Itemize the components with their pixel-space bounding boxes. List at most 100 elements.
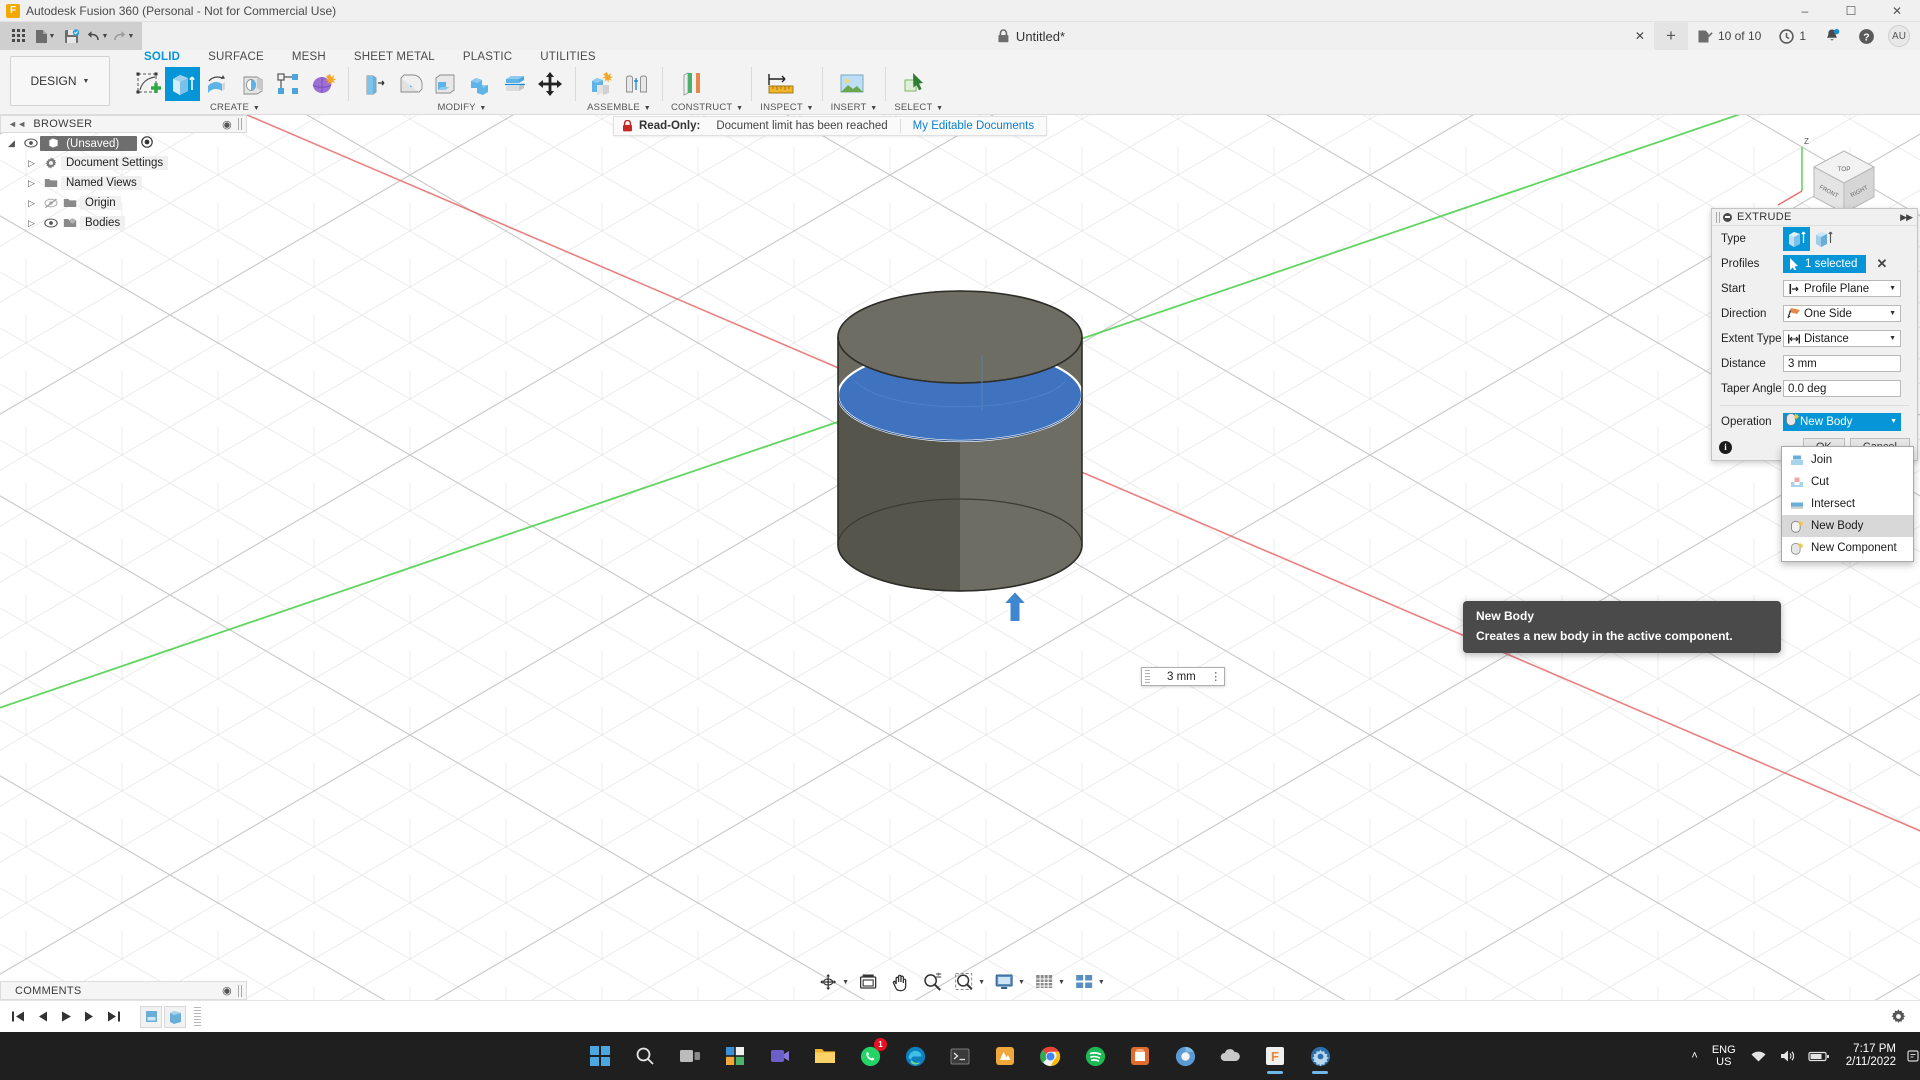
tree-row[interactable]: ▷ Document Settings (0, 153, 247, 173)
new-component-icon[interactable] (584, 67, 619, 101)
collapse-left-icon[interactable]: ◄◄ (8, 119, 26, 129)
widgets-button[interactable] (715, 1036, 755, 1076)
expand-arrow-icon[interactable]: ◢ (8, 138, 21, 149)
tab-mesh[interactable]: MESH (278, 50, 340, 64)
browser-resize-grip[interactable] (238, 118, 243, 130)
chevron-down-icon[interactable]: ▼ (1098, 979, 1105, 986)
zoom-window-icon[interactable] (951, 969, 977, 995)
spotify-button[interactable] (1075, 1036, 1115, 1076)
chevron-down-icon[interactable]: ▼ (842, 979, 849, 986)
minimize-button[interactable]: – (1782, 0, 1828, 22)
tab-surface[interactable]: SURFACE (194, 50, 278, 64)
dimension-value[interactable]: 3 mm (1153, 671, 1210, 683)
search-button[interactable] (625, 1036, 665, 1076)
extent-type-select[interactable]: Distance ▼ (1783, 330, 1901, 347)
type-taper-button[interactable] (1810, 227, 1837, 251)
insert-image-icon[interactable] (831, 67, 873, 101)
menu-item-join[interactable]: Join (1782, 449, 1913, 471)
fusion-button[interactable]: F (1255, 1036, 1295, 1076)
taper-angle-input[interactable]: 0.0 deg (1783, 380, 1901, 397)
app-button[interactable] (985, 1036, 1025, 1076)
expand-arrow-icon[interactable]: ▷ (28, 158, 41, 169)
panel-insert-label[interactable]: INSERT ▼ (831, 102, 878, 113)
wifi-icon[interactable] (1744, 1032, 1773, 1080)
menu-item-cut[interactable]: Cut (1782, 471, 1913, 493)
menu-item-new-component[interactable]: New Component (1782, 537, 1913, 559)
panel-create-label[interactable]: CREATE ▼ (130, 102, 340, 113)
tab-close-button[interactable]: ✕ (1626, 22, 1654, 50)
extrude-dialog-header[interactable]: EXTRUDE ▶▶ (1712, 209, 1917, 226)
tree-row[interactable]: ▷ Origin (0, 193, 247, 213)
avatar[interactable]: AU (1888, 25, 1910, 47)
teams-button[interactable] (760, 1036, 800, 1076)
terminal-button[interactable] (940, 1036, 980, 1076)
skip-first-icon[interactable] (8, 1006, 28, 1028)
language-indicator[interactable]: ENG US (1704, 1044, 1744, 1068)
sketch-feature-icon[interactable] (140, 1006, 162, 1028)
document-tab[interactable]: Untitled* (997, 29, 1065, 44)
start-button[interactable] (580, 1036, 620, 1076)
minimize-icon[interactable] (1723, 213, 1732, 222)
cloud-button[interactable] (1210, 1036, 1250, 1076)
look-at-icon[interactable] (855, 969, 881, 995)
play-icon[interactable] (56, 1006, 76, 1028)
visibility-hidden-icon[interactable] (41, 198, 60, 209)
chevron-down-icon[interactable]: ▼ (1890, 418, 1897, 425)
create-form-icon[interactable] (305, 67, 340, 101)
skip-last-icon[interactable] (104, 1006, 124, 1028)
pattern-icon[interactable] (270, 67, 305, 101)
dialog-drag-grip[interactable] (1716, 212, 1720, 223)
step-forward-icon[interactable] (80, 1006, 100, 1028)
zoom-icon[interactable]: ± (919, 969, 945, 995)
maximize-button[interactable]: ☐ (1828, 0, 1874, 22)
tree-row[interactable]: ▷ Bodies (0, 213, 247, 233)
drag-grip-icon[interactable] (1145, 670, 1150, 683)
display-settings-icon[interactable] (991, 969, 1017, 995)
close-button[interactable]: ✕ (1874, 0, 1920, 22)
edge-button[interactable] (895, 1036, 935, 1076)
timeline-resize-grip[interactable] (194, 1007, 201, 1027)
dimension-input-box[interactable]: 3 mm ⋮ (1141, 667, 1225, 686)
task-view-button[interactable] (670, 1036, 710, 1076)
chevron-down-icon[interactable]: ▼ (1889, 335, 1896, 342)
combine-icon[interactable] (462, 67, 497, 101)
operation-select[interactable]: New Body ▼ (1783, 413, 1901, 431)
type-profile-button[interactable] (1783, 227, 1810, 251)
chevron-down-icon[interactable]: ▼ (1889, 310, 1896, 317)
tree-row[interactable]: ▷ Named Views (0, 173, 247, 193)
chromium-button[interactable] (1165, 1036, 1205, 1076)
new-file-icon[interactable]: ▼ (32, 24, 58, 48)
speaker-icon[interactable] (1773, 1032, 1802, 1080)
grid-menu-icon[interactable] (6, 24, 32, 48)
chevron-down-icon[interactable]: ▼ (978, 979, 985, 986)
help-button[interactable]: ? (1849, 22, 1884, 50)
extrude-icon[interactable] (165, 67, 200, 101)
redo-icon[interactable]: ▼ (110, 24, 136, 48)
panel-construct-label[interactable]: CONSTRUCT ▼ (671, 102, 743, 113)
browser-menu-icon[interactable]: ◉ (222, 118, 232, 131)
visibility-eye-icon[interactable] (41, 218, 60, 228)
chevron-down-icon[interactable]: ▼ (1018, 979, 1025, 986)
settings-button[interactable] (1300, 1036, 1340, 1076)
sweep-icon[interactable] (235, 67, 270, 101)
extrude-feature-icon[interactable] (164, 1006, 186, 1028)
file-explorer-button[interactable] (805, 1036, 845, 1076)
undo-icon[interactable]: ▼ (84, 24, 110, 48)
visibility-eye-icon[interactable] (21, 138, 40, 148)
tree-item-label[interactable]: Bodies (80, 216, 125, 230)
save-icon[interactable] (58, 24, 84, 48)
expand-arrow-icon[interactable]: ▷ (28, 198, 41, 209)
orbit-icon[interactable] (815, 969, 841, 995)
fillet-icon[interactable] (392, 67, 427, 101)
tray-expand-chevron[interactable]: ˄ (1685, 1032, 1703, 1080)
shell-icon[interactable] (427, 67, 462, 101)
tab-solid[interactable]: SOLID (130, 50, 194, 64)
profiles-select-button[interactable]: 1 selected (1783, 255, 1866, 273)
measure-icon[interactable] (760, 67, 802, 101)
clear-profiles-icon[interactable]: ✕ (1876, 256, 1887, 272)
comments-menu-icon[interactable]: ◉ (222, 984, 232, 997)
expand-arrow-icon[interactable]: ▷ (28, 218, 41, 229)
construct-plane-icon[interactable] (671, 67, 713, 101)
tree-item-label[interactable]: Document Settings (61, 156, 168, 170)
store-button[interactable] (1120, 1036, 1160, 1076)
